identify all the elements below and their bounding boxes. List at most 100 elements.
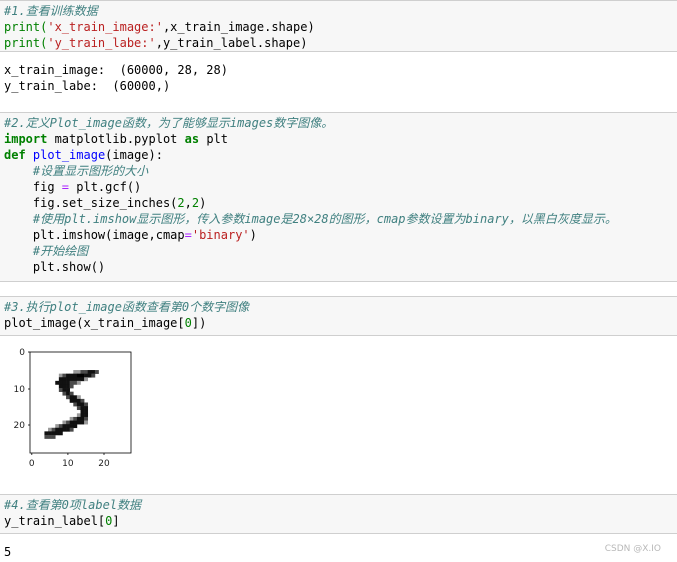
- y-tick-label: 10: [14, 385, 26, 395]
- digit-pixel: [58, 384, 63, 389]
- digit-pixel: [66, 377, 70, 382]
- digit-pixel: [73, 398, 78, 403]
- digit-pixel: [66, 420, 70, 425]
- digit-pixel: [66, 395, 70, 400]
- x-tick-label: 0: [29, 459, 35, 469]
- x-tick-label: 10: [62, 459, 74, 469]
- digit-pixel: [66, 424, 70, 429]
- digit-pixel: [66, 384, 70, 389]
- code-token: ): [249, 228, 257, 242]
- digit-pixel: [80, 370, 85, 374]
- digit-pixel: [76, 420, 81, 425]
- digit-pixel: [58, 388, 63, 392]
- digit-pixel: [73, 370, 78, 374]
- code-cell-4[interactable]: #4.查看第0项label数据 y_train_label[0]: [0, 494, 677, 534]
- digit-pixel: [69, 395, 74, 400]
- output-cell-1: x_train_image: (60000, 28, 28) y_train_l…: [0, 60, 677, 100]
- code-comment: #设置显示图形的大小: [4, 164, 149, 178]
- code-operator: =: [184, 228, 192, 242]
- code-keyword: import: [4, 132, 48, 146]
- digit-pixel: [76, 380, 81, 385]
- watermark: CSDN @X.IO: [604, 544, 661, 554]
- digit-pixel: [58, 373, 63, 378]
- digit-pixel: [80, 409, 85, 414]
- digit-pixel: [62, 384, 67, 389]
- digit-pixel: [69, 384, 74, 389]
- code-cell-1[interactable]: #1.查看训练数据 print('x_train_image:',x_train…: [0, 0, 677, 52]
- code-number: 2: [191, 196, 200, 210]
- digit-pixel: [58, 431, 63, 436]
- code-token: plt: [199, 132, 228, 146]
- digit-pixel: [48, 434, 52, 439]
- digit-pixel: [80, 416, 85, 421]
- digit-pixel: [94, 370, 99, 374]
- digit-pixel: [62, 388, 67, 392]
- digit-pixel: [73, 424, 78, 429]
- output-cell-4: 5: [0, 542, 677, 560]
- digit-pixel: [84, 370, 89, 374]
- digit-pixel: [80, 373, 85, 378]
- code-string: 'x_train_image:': [47, 20, 163, 34]
- x-tick-label: 20: [98, 459, 110, 469]
- code-token: plot_image(x_train_image[: [4, 316, 185, 330]
- digit-pixel: [51, 427, 56, 432]
- output-line: x_train_image: (60000, 28, 28): [4, 63, 228, 77]
- digit-pixel: [62, 427, 67, 432]
- digit-pixel: [73, 395, 78, 400]
- digit-pixel: [69, 377, 74, 382]
- digit-pixel: [76, 416, 81, 421]
- digit-pixel: [80, 402, 85, 407]
- code-comment: #开始绘图: [4, 244, 89, 258]
- digit-pixel: [76, 395, 81, 400]
- code-function-name: plot_image: [32, 148, 106, 162]
- code-comment: #3.执行plot_image函数查看第0个数字图像: [4, 300, 250, 314]
- code-token: ,y_train_label.shape): [155, 36, 308, 50]
- digit-pixel: [76, 377, 81, 382]
- code-comment: #4.查看第0项label数据: [4, 498, 142, 512]
- code-token: ,x_train_image.shape): [162, 20, 315, 34]
- digit-pixel: [62, 380, 67, 385]
- code-token: fig.set_size_inches(: [4, 196, 178, 210]
- digit-pixel: [62, 420, 67, 425]
- code-string: 'y_train_labe:': [47, 36, 156, 50]
- code-cell-2[interactable]: #2.定义Plot_image函数，为了能够显示images数字图像。 impo…: [0, 112, 677, 282]
- code-token: fig: [4, 180, 62, 194]
- digit-pixel: [69, 380, 74, 385]
- digit-pixel: [80, 406, 85, 411]
- output-value: 5: [4, 545, 12, 559]
- digit-pixel: [73, 380, 78, 385]
- digit-pixel: [58, 427, 63, 432]
- digit-image-plot: 0 10 20 0 10 20: [14, 348, 132, 469]
- digit-pixel: [66, 391, 70, 396]
- digit-pixel: [66, 388, 70, 392]
- plot-output: 0 10 20 0 10 20: [0, 342, 160, 472]
- code-line: fig.set_size_inches(2,2): [4, 195, 673, 211]
- code-token: ]): [191, 316, 207, 330]
- digit-pixel: [84, 413, 89, 418]
- digit-pixel: [44, 434, 49, 439]
- code-line: y_train_label[0]: [4, 513, 673, 529]
- code-line: plt.imshow(image,cmap='binary'): [4, 227, 673, 243]
- code-token: print(: [4, 20, 48, 34]
- digit-pixel: [48, 431, 52, 436]
- digit-pixel: [55, 427, 60, 432]
- output-line: y_train_labe: (60000,): [4, 79, 171, 93]
- digit-pixel: [91, 370, 96, 374]
- digit-pixel: [91, 373, 96, 378]
- code-cell-3[interactable]: #3.执行plot_image函数查看第0个数字图像 plot_image(x_…: [0, 296, 677, 336]
- code-keyword: as: [184, 132, 200, 146]
- digit-pixel: [80, 413, 85, 418]
- code-token: ]: [112, 514, 120, 528]
- digit-pixel: [62, 377, 67, 382]
- digit-pixel: [69, 416, 74, 421]
- digit-pixel: [62, 373, 67, 378]
- digit-pixel: [76, 406, 81, 411]
- digit-pixel: [58, 424, 63, 429]
- digit-pixel: [66, 380, 70, 385]
- digit-pixel: [66, 427, 70, 432]
- digit-pixels: [44, 370, 99, 439]
- code-line: fig = plt.gcf(): [4, 179, 673, 195]
- digit-pixel: [84, 377, 89, 382]
- code-comment: #使用plt.imshow显示图形，传入参数image是28×28的图形，cma…: [4, 212, 617, 226]
- digit-pixel: [76, 398, 81, 403]
